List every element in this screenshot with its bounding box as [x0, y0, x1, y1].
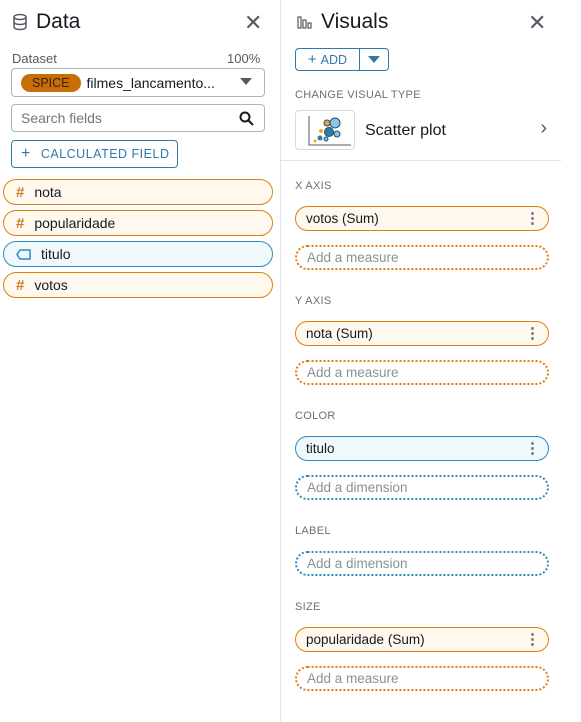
field-nota[interactable]: # nota	[3, 179, 273, 205]
bar-chart-icon	[297, 16, 312, 29]
caret-down-icon	[368, 56, 380, 63]
visuals-title-text: Visuals	[321, 10, 389, 33]
change-visual-type-label: CHANGE VISUAL TYPE	[295, 89, 421, 101]
field-label: titulo	[41, 246, 71, 262]
close-visuals-panel-icon[interactable]: ✕	[528, 10, 546, 36]
well-field-label: titulo	[306, 441, 335, 456]
measure-hash-icon: #	[16, 276, 25, 294]
size-label: SIZE	[295, 601, 321, 613]
section-divider	[281, 160, 561, 161]
more-options-icon[interactable]: ⋮	[525, 326, 540, 341]
plus-icon: +	[307, 51, 317, 68]
add-visual-control: + ADD	[295, 48, 389, 71]
well-field-label: votos (Sum)	[306, 211, 379, 226]
more-options-icon[interactable]: ⋮	[525, 441, 540, 456]
more-options-icon[interactable]: ⋮	[525, 632, 540, 647]
spice-badge: SPICE	[21, 73, 81, 92]
panel-divider	[280, 0, 281, 722]
search-icon	[239, 111, 254, 126]
measure-hash-icon: #	[16, 183, 25, 201]
well-field-label: nota (Sum)	[306, 326, 373, 341]
plus-icon: +	[21, 145, 31, 162]
x-axis-field[interactable]: votos (Sum) ⋮	[295, 206, 549, 231]
chevron-right-icon: ›	[540, 117, 547, 139]
y-axis-field[interactable]: nota (Sum) ⋮	[295, 321, 549, 346]
close-data-panel-icon[interactable]: ✕	[244, 10, 262, 36]
search-input[interactable]	[12, 105, 222, 131]
more-options-icon[interactable]: ⋮	[525, 211, 540, 226]
calculated-field-button[interactable]: + CALCULATED FIELD	[11, 140, 178, 168]
color-drop-target[interactable]: Add a dimension	[295, 475, 549, 500]
x-axis-drop-target[interactable]: Add a measure	[295, 245, 549, 270]
visual-type-selector[interactable]: Scatter plot ›	[295, 110, 549, 150]
add-visual-button[interactable]: + ADD	[296, 49, 360, 70]
dataset-label: Dataset	[12, 51, 57, 66]
caret-down-icon	[240, 78, 252, 85]
well-field-label: popularidade (Sum)	[306, 632, 425, 647]
measure-hash-icon: #	[16, 214, 25, 232]
visual-type-name: Scatter plot	[365, 122, 446, 139]
y-axis-label: Y AXIS	[295, 295, 332, 307]
field-titulo[interactable]: titulo	[3, 241, 273, 267]
dataset-select[interactable]: SPICE filmes_lancamento...	[11, 68, 265, 97]
field-label: nota	[34, 184, 62, 200]
label-section-label: LABEL	[295, 525, 331, 537]
size-drop-target[interactable]: Add a measure	[295, 666, 549, 691]
scatter-plot-icon	[295, 110, 355, 150]
field-popularidade[interactable]: # popularidade	[3, 210, 273, 236]
dataset-percent: 100%	[227, 51, 261, 66]
field-label: votos	[34, 277, 68, 293]
data-panel-title: Data	[12, 10, 80, 34]
add-label: ADD	[320, 52, 348, 67]
database-icon	[13, 13, 27, 31]
well-placeholder: Add a dimension	[307, 556, 408, 571]
add-dropdown-button[interactable]	[360, 49, 388, 70]
dataset-name: filmes_lancamento...	[86, 74, 215, 91]
well-placeholder: Add a measure	[307, 365, 399, 380]
x-axis-label: X AXIS	[295, 180, 332, 192]
label-drop-target[interactable]: Add a dimension	[295, 551, 549, 576]
dimension-tag-icon	[16, 248, 31, 260]
color-field[interactable]: titulo ⋮	[295, 436, 549, 461]
field-votos[interactable]: # votos	[3, 272, 273, 298]
data-title-text: Data	[36, 10, 81, 33]
field-label: popularidade	[34, 215, 116, 231]
size-field[interactable]: popularidade (Sum) ⋮	[295, 627, 549, 652]
well-placeholder: Add a measure	[307, 250, 399, 265]
well-placeholder: Add a measure	[307, 671, 399, 686]
calculated-field-label: CALCULATED FIELD	[40, 147, 170, 161]
well-placeholder: Add a dimension	[307, 480, 408, 495]
search-fields-box[interactable]	[11, 104, 265, 132]
y-axis-drop-target[interactable]: Add a measure	[295, 360, 549, 385]
visuals-panel-title: Visuals	[297, 10, 388, 34]
color-label: COLOR	[295, 410, 336, 422]
